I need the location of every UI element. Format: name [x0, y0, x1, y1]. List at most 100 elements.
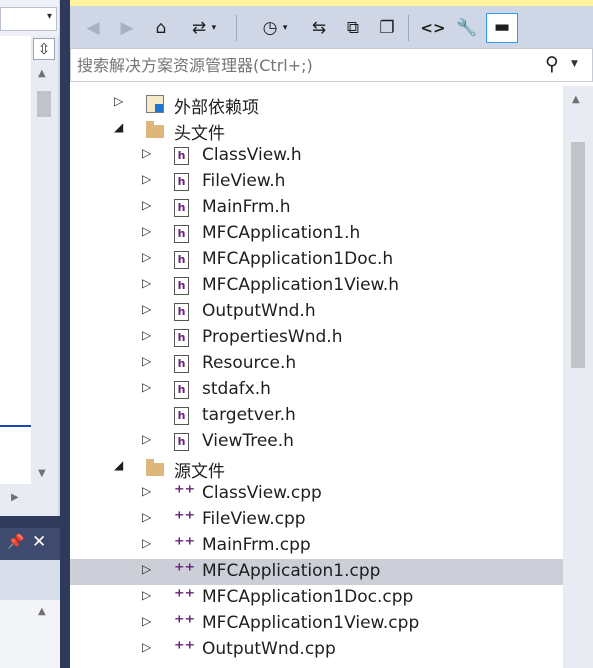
scroll-up-icon[interactable]: ▲	[38, 68, 46, 79]
tree-item[interactable]: ▷ h MainFrm.h	[70, 195, 563, 221]
toolbar-separator	[236, 15, 237, 41]
pane-splitter[interactable]	[0, 516, 60, 528]
scrollbar-thumb[interactable]	[37, 91, 51, 117]
expand-icon[interactable]: ▷	[142, 276, 156, 290]
split-icon[interactable]: ⇳	[33, 38, 55, 60]
tree-vertical-scrollbar[interactable]: ▲	[563, 86, 593, 668]
tree-item[interactable]: ▷ ⁺⁺ MFCApplication1.cpp	[70, 559, 563, 585]
show-all-files-icon[interactable]: ❐	[374, 15, 400, 41]
search-icon[interactable]: ⚲	[545, 53, 559, 75]
expand-icon[interactable]: ▷	[142, 224, 156, 238]
collapse-icon[interactable]: ◢	[114, 458, 128, 472]
tree-item[interactable]: ▷ h stdafx.h	[70, 377, 563, 403]
expand-icon[interactable]: ▷	[142, 640, 156, 654]
member-dropdown[interactable]: ▾	[0, 7, 57, 31]
properties-icon[interactable]: 🔧	[454, 15, 480, 41]
tree-item[interactable]: ▷ h ClassView.h	[70, 143, 563, 169]
solution-tree: ▷ 外部依赖项 ◢ 头文件 ▷ h ClassView.h ▷ h FileView.h ▷ h Mai…	[70, 86, 563, 668]
collapse-all-icon[interactable]: ⧉	[340, 15, 366, 41]
tree-item-label: MFCApplication1Doc.h	[202, 249, 394, 269]
tree-item-label: PropertiesWnd.h	[202, 327, 343, 347]
tree-item[interactable]: ▷ ⁺⁺ FileView.cpp	[70, 507, 563, 533]
cpp-file-icon: ⁺⁺	[174, 636, 196, 660]
back-icon[interactable]: ◀	[80, 15, 106, 41]
switch-views-icon[interactable]: ⇄ ▾	[182, 15, 226, 41]
editor-vertical-scrollbar[interactable]: ⇳ ▲ ▼	[31, 36, 58, 516]
expand-icon[interactable]: ▷	[142, 354, 156, 368]
header-file-icon: h	[174, 303, 189, 321]
tree-item-label: MainFrm.h	[202, 197, 291, 217]
cpp-file-icon: ⁺⁺	[174, 506, 196, 530]
expand-icon[interactable]: ▷	[142, 328, 156, 342]
expand-icon[interactable]: ▷	[142, 250, 156, 264]
tree-item-label: ClassView.cpp	[202, 483, 322, 503]
header-file-icon: h	[174, 147, 189, 165]
toolbar-separator	[408, 15, 409, 41]
scroll-right-icon[interactable]: ▶	[11, 492, 19, 503]
folder-icon	[146, 121, 164, 138]
tree-item[interactable]: ▷ h FileView.h	[70, 169, 563, 195]
tree-item[interactable]: ▷ ⁺⁺ ClassView.cpp	[70, 481, 563, 507]
expand-icon[interactable]: ▷	[142, 302, 156, 316]
header-file-icon: h	[174, 277, 189, 295]
code-editor-area[interactable]	[0, 36, 31, 516]
expand-icon[interactable]: ▷	[142, 380, 156, 394]
expand-icon[interactable]: ▷	[142, 510, 156, 524]
expand-icon[interactable]: ▷	[142, 432, 156, 446]
scroll-up-icon[interactable]: ▲	[572, 94, 580, 105]
tree-item[interactable]: ▷ h PropertiesWnd.h	[70, 325, 563, 351]
expand-icon[interactable]: ▷	[142, 172, 156, 186]
tree-item-label: ViewTree.h	[202, 431, 294, 451]
tree-item[interactable]: ▷ h MFCApplication1.h	[70, 221, 563, 247]
preview-selected-items-icon[interactable]: ▬	[486, 13, 518, 43]
caret-line	[0, 425, 31, 427]
tree-item[interactable]: ▷ h ViewTree.h	[70, 429, 563, 455]
tree-item[interactable]: ▷ 外部依赖项	[70, 91, 563, 118]
scroll-up-icon[interactable]: ▲	[38, 606, 46, 617]
tree-item[interactable]: ▷ ⁺⁺ MainFrm.cpp	[70, 533, 563, 559]
tree-item-label: ClassView.h	[202, 145, 302, 165]
header-file-icon: h	[174, 407, 189, 425]
tree-item[interactable]: ◢ 头文件	[70, 117, 563, 144]
tree-item[interactable]: ◢ 源文件	[70, 455, 563, 482]
tree-item[interactable]: ▷ h OutputWnd.h	[70, 299, 563, 325]
tree-item[interactable]: ▷ ⁺⁺ MFCApplication1Doc.cpp	[70, 585, 563, 611]
search-box[interactable]: ⚲ ▼	[70, 48, 593, 82]
collapse-icon[interactable]: ◢	[114, 120, 128, 134]
home-icon[interactable]: ⌂	[148, 15, 174, 41]
sync-with-document-icon[interactable]: ⇆	[306, 15, 332, 41]
header-file-icon: h	[174, 329, 189, 347]
tree-item[interactable]: h targetver.h	[70, 403, 563, 429]
editor-navigation-bar: ▾	[0, 0, 59, 36]
chevron-down-icon[interactable]: ▼	[571, 59, 578, 69]
expand-icon[interactable]: ▷	[142, 614, 156, 628]
tree-item-label: Resource.h	[202, 353, 297, 373]
close-icon[interactable]: ✕	[32, 532, 46, 552]
cpp-file-icon: ⁺⁺	[174, 610, 196, 634]
pending-changes-filter-icon[interactable]: ◷ ▾	[252, 15, 298, 41]
editor-horizontal-scrollbar[interactable]: ▶	[0, 484, 58, 516]
tree-item[interactable]: ▷ h MFCApplication1View.h	[70, 273, 563, 299]
scrollbar-thumb[interactable]	[571, 142, 585, 368]
tree-item-label: OutputWnd.cpp	[202, 639, 336, 659]
expand-icon[interactable]: ▷	[142, 198, 156, 212]
expand-icon[interactable]: ▷	[142, 562, 156, 576]
expand-icon[interactable]: ▷	[142, 484, 156, 498]
expand-icon[interactable]: ▷	[114, 94, 128, 108]
tree-item[interactable]: ▷ ⁺⁺ OutputWnd.cpp	[70, 637, 563, 663]
solution-explorer-toolbar: ◀ ▶ ⌂ ⇄ ▾ ◷ ▾ ⇆ ⧉ ❐ <> 🔧 ▬	[70, 6, 593, 48]
expand-icon[interactable]: ▷	[142, 588, 156, 602]
expand-icon[interactable]: ▷	[142, 146, 156, 160]
editor-pane: ▾ ⇳ ▲ ▼ ▶ 📌 ✕ ▲	[0, 0, 60, 668]
cpp-file-icon: ⁺⁺	[174, 532, 196, 556]
scroll-down-icon[interactable]: ▼	[38, 468, 46, 479]
tree-item[interactable]: ▷ h MFCApplication1Doc.h	[70, 247, 563, 273]
forward-icon[interactable]: ▶	[114, 15, 140, 41]
tree-item-label: MFCApplication1Doc.cpp	[202, 587, 414, 607]
pin-icon[interactable]: 📌	[7, 534, 24, 550]
view-code-icon[interactable]: <>	[420, 15, 446, 41]
expand-icon[interactable]: ▷	[142, 536, 156, 550]
search-input[interactable]	[77, 53, 517, 77]
tree-item[interactable]: ▷ h Resource.h	[70, 351, 563, 377]
tree-item[interactable]: ▷ ⁺⁺ MFCApplication1View.cpp	[70, 611, 563, 637]
